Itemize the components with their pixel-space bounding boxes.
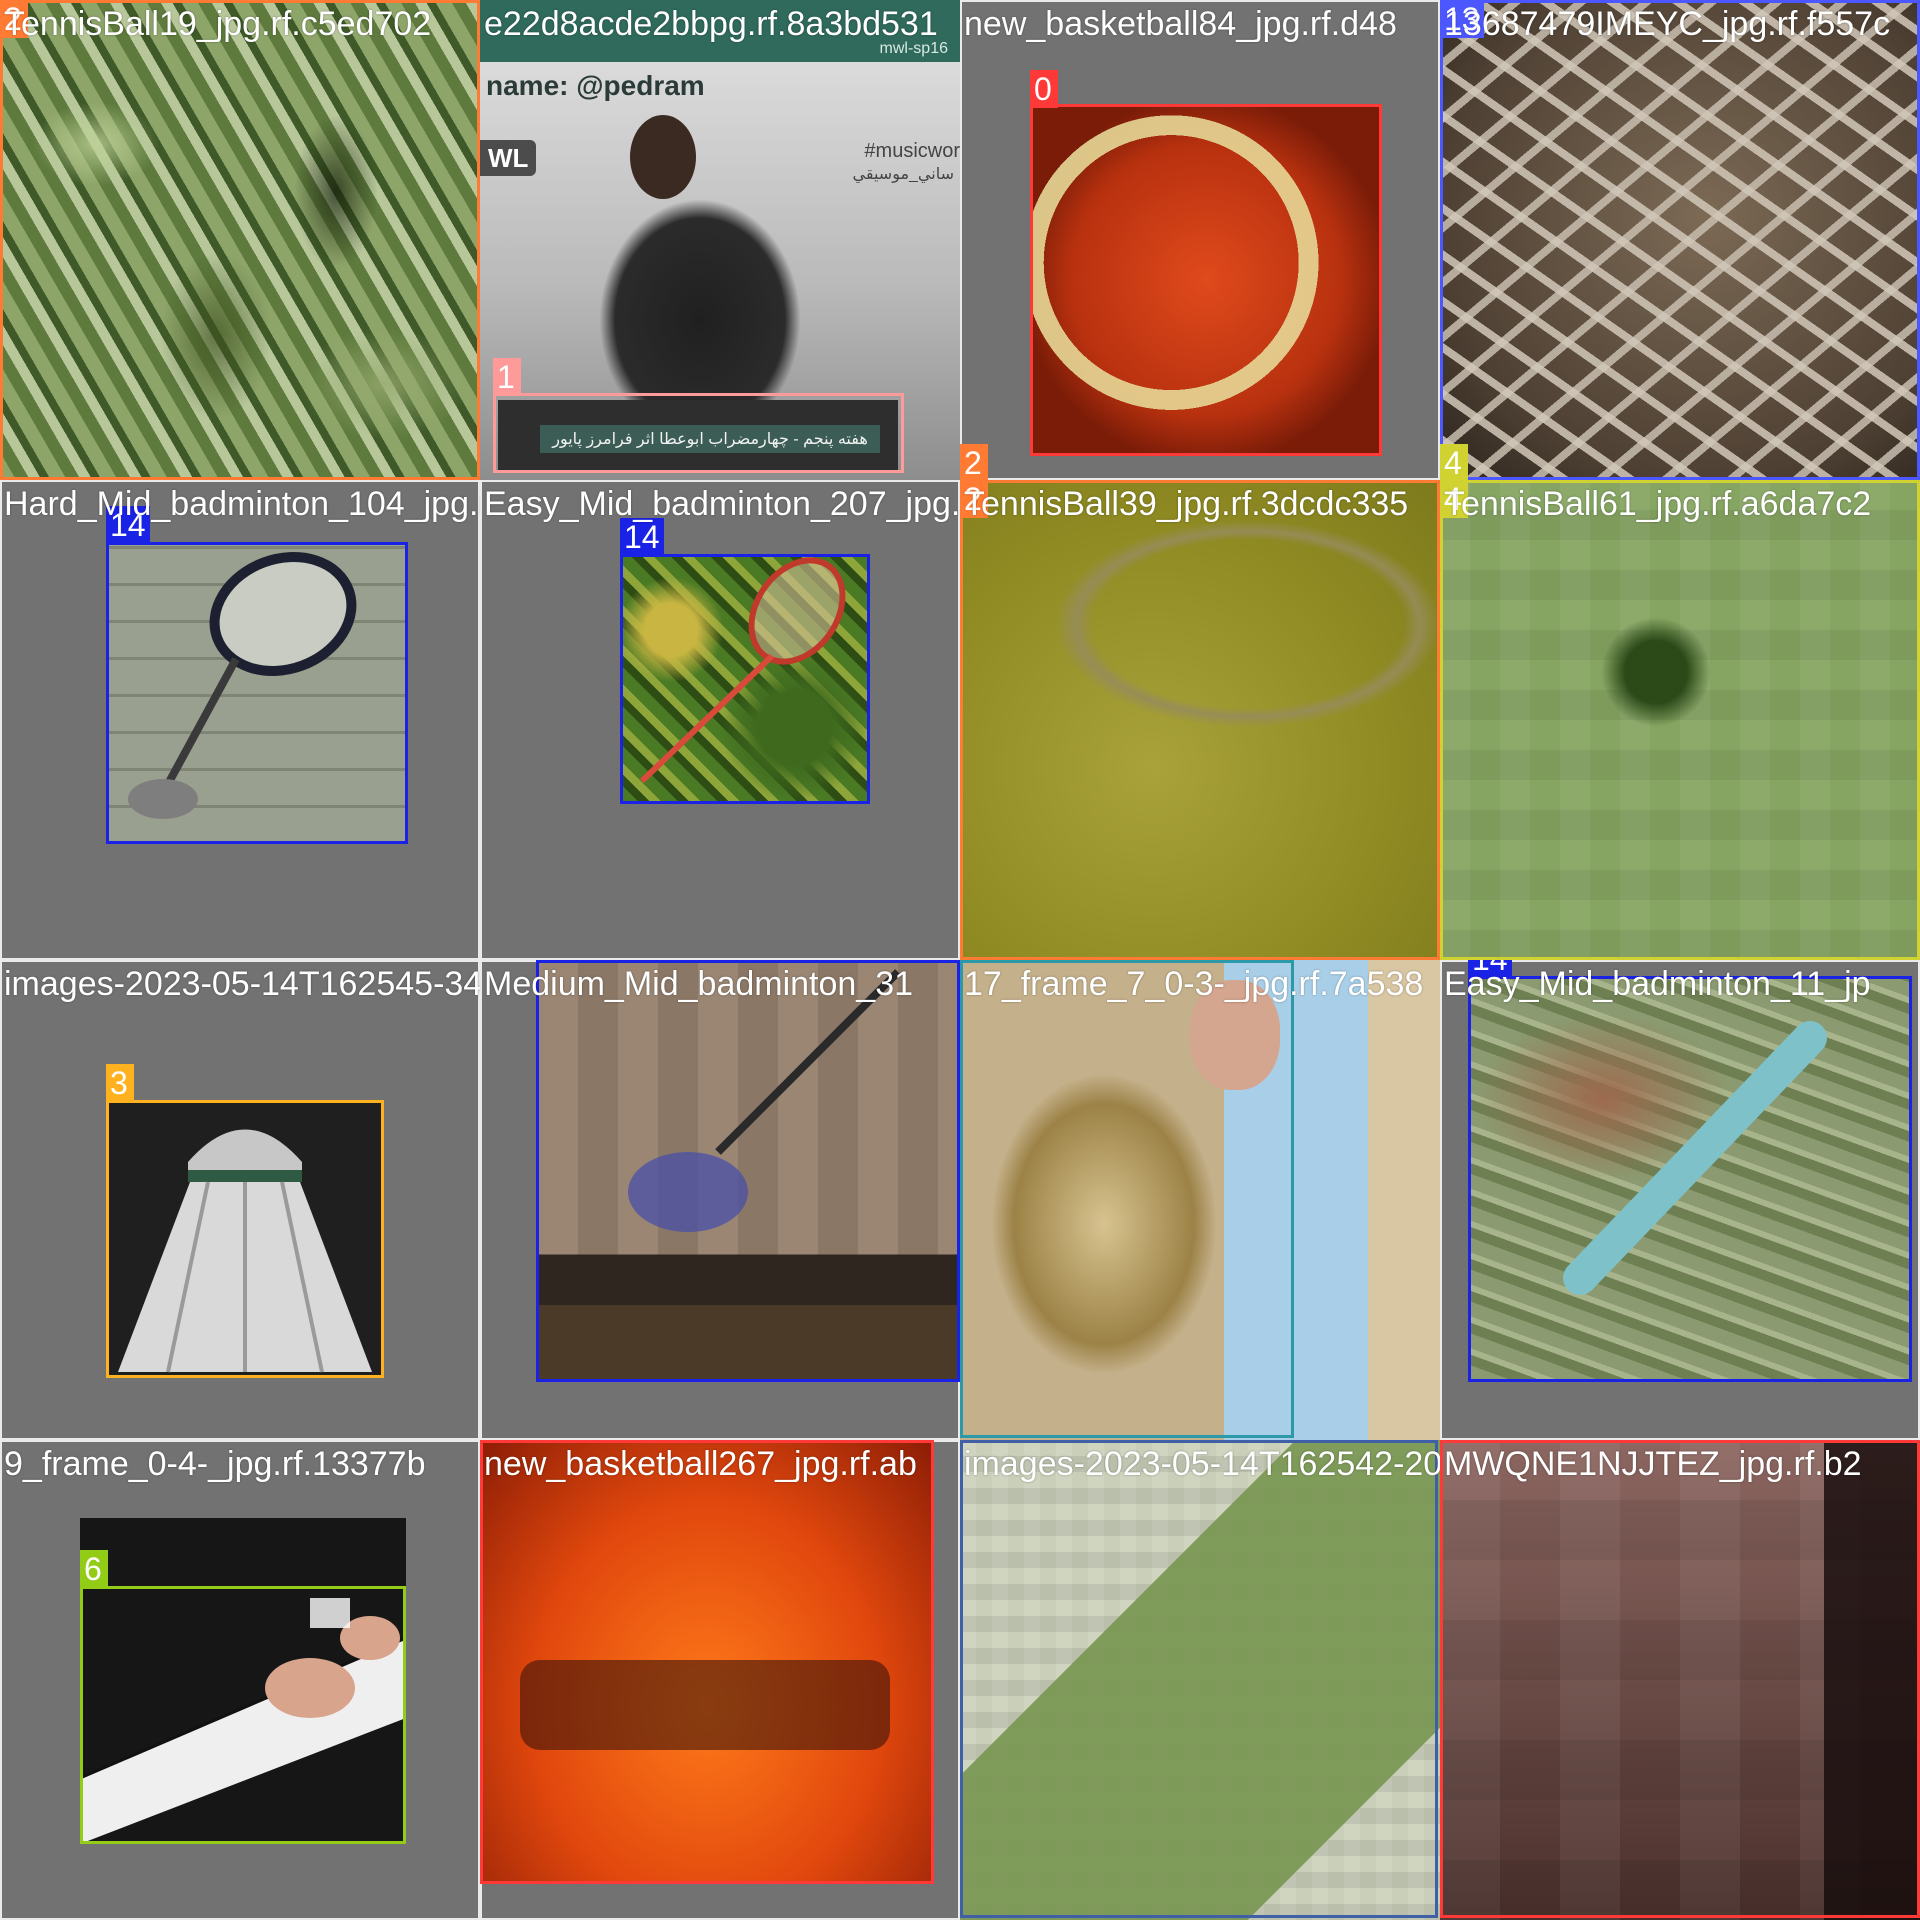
tile-racket-blurred: 14 Medium_Mid_badminton_31 <box>480 960 960 1440</box>
corner-class-label: 4 <box>1440 444 1468 480</box>
tile-pixelated-green: 12 0 images-2023-05-14T162542-20 <box>960 1440 1440 1920</box>
hashtag-sub: ساني_موسيقي <box>852 166 954 183</box>
tile-filename: Medium_Mid_badminton_31 <box>484 965 914 1003</box>
tile-filename: 17_frame_7_0-3-_jpg.rf.7a538 <box>964 965 1424 1003</box>
tile-filename: images-2023-05-14T162545-346_jpg.rf.9e <box>4 965 480 1003</box>
class-label: 0 <box>480 1440 508 1442</box>
tile-basketball84: 0 2 new_basketball84_jpg.rf.d48 <box>960 0 1440 480</box>
class-label: 6 <box>80 1550 108 1588</box>
tile-filename: new_basketball84_jpg.rf.d48 <box>964 5 1397 43</box>
bounding-box <box>1468 976 1912 1382</box>
bounding-box <box>620 554 870 804</box>
tile-basketball267: 0 new_basketball267_jpg.rf.ab <box>480 1440 960 1920</box>
tile-racket-wall: 14 Hard_Mid_badminton_104_jpg.rf.d6f2bdc… <box>0 480 480 960</box>
tile-tennisball39: 2 TennisBall39_jpg.rf.3dcdc335 <box>960 480 1440 960</box>
class-label: 12 <box>960 1440 1004 1442</box>
bounding-box <box>0 0 480 480</box>
tile-tuba: 10 17_frame_7_0-3-_jpg.rf.7a538 <box>960 960 1440 1440</box>
bounding-box <box>493 393 904 473</box>
tile-filename: MWQNE1NJJTEZ_jpg.rf.b2 <box>1444 1445 1862 1483</box>
tile-filename: Easy_Mid_badminton_207_jpg.rf.5b9 <box>484 485 960 523</box>
bounding-box <box>1440 1440 1920 1918</box>
tile-filename: 13687479IMEYC_jpg.rf.f557c <box>1444 5 1891 43</box>
tile-filename: e22d8acde2bbpg.rf.8a3bd531 <box>484 5 938 43</box>
tile-filename: images-2023-05-14T162542-20 <box>964 1445 1440 1483</box>
person-head <box>630 115 696 199</box>
tile-filename: TennisBall61_jpg.rf.a6da7c2 <box>1444 485 1872 523</box>
bounding-box <box>1030 104 1382 456</box>
tile-racket-plants: 14 Easy_Mid_badminton_207_jpg.rf.5b9 <box>480 480 960 960</box>
tile-tennisball61: 4 TennisBall61_jpg.rf.a6da7c2 <box>1440 480 1920 960</box>
bounding-box <box>536 960 960 1382</box>
class-label: 3 <box>106 1064 134 1102</box>
hashtag: #musicwor <box>864 140 960 162</box>
logo: WL <box>480 140 537 176</box>
bounding-box <box>1440 480 1920 960</box>
name-line: name: @pedram <box>486 70 705 101</box>
bounding-box <box>960 960 1294 1438</box>
tile-filename: TennisBall19_jpg.rf.c5ed702 <box>4 5 432 43</box>
tile-santour-player: mwl-sp16 name: @pedram WL #musicwor ساني… <box>480 0 960 480</box>
tile-piano: 6 0 9_frame_0-4-_jpg.rf.13377b <box>0 1440 480 1920</box>
tile-filename: Hard_Mid_badminton_104_jpg.rf.d6f2bdc3 <box>4 485 480 523</box>
class-label: 0 <box>1440 1440 1468 1442</box>
detection-mosaic: 2 TennisBall19_jpg.rf.c5ed702 mwl-sp16 n… <box>0 0 1920 1920</box>
bounding-box <box>80 1586 406 1844</box>
bounding-box <box>106 542 408 844</box>
tile-filename: Easy_Mid_badminton_11_jp <box>1444 965 1871 1003</box>
tile-pixelated-brown: 0 MWQNE1NJJTEZ_jpg.rf.b2 <box>1440 1440 1920 1920</box>
bounding-box <box>960 1440 1438 1918</box>
tile-basketball-net: 13 4 13687479IMEYC_jpg.rf.f557c <box>1440 0 1920 480</box>
tile-filename: TennisBall39_jpg.rf.3dcdc335 <box>964 485 1409 523</box>
bounding-box <box>1440 0 1920 480</box>
class-label: 0 <box>1030 70 1058 108</box>
tile-racket-grass: 14 Easy_Mid_badminton_11_jp <box>1440 960 1920 1440</box>
bounding-box <box>960 480 1440 960</box>
class-label: 10 <box>960 960 1004 962</box>
class-label: 14 <box>536 960 580 962</box>
tile-filename: 9_frame_0-4-_jpg.rf.13377b <box>4 1445 426 1483</box>
corner-class-label: 2 <box>960 444 988 480</box>
tile-filename: new_basketball267_jpg.rf.ab <box>484 1445 917 1483</box>
person-silhouette <box>600 200 800 400</box>
class-label: 1 <box>493 358 521 396</box>
bounding-box <box>106 1100 384 1378</box>
tile-tennisball19: 2 TennisBall19_jpg.rf.c5ed702 <box>0 0 480 480</box>
tile-shuttlecock: 3 images-2023-05-14T162545-346_jpg.rf.9e <box>0 960 480 1440</box>
bounding-box <box>480 1440 934 1884</box>
